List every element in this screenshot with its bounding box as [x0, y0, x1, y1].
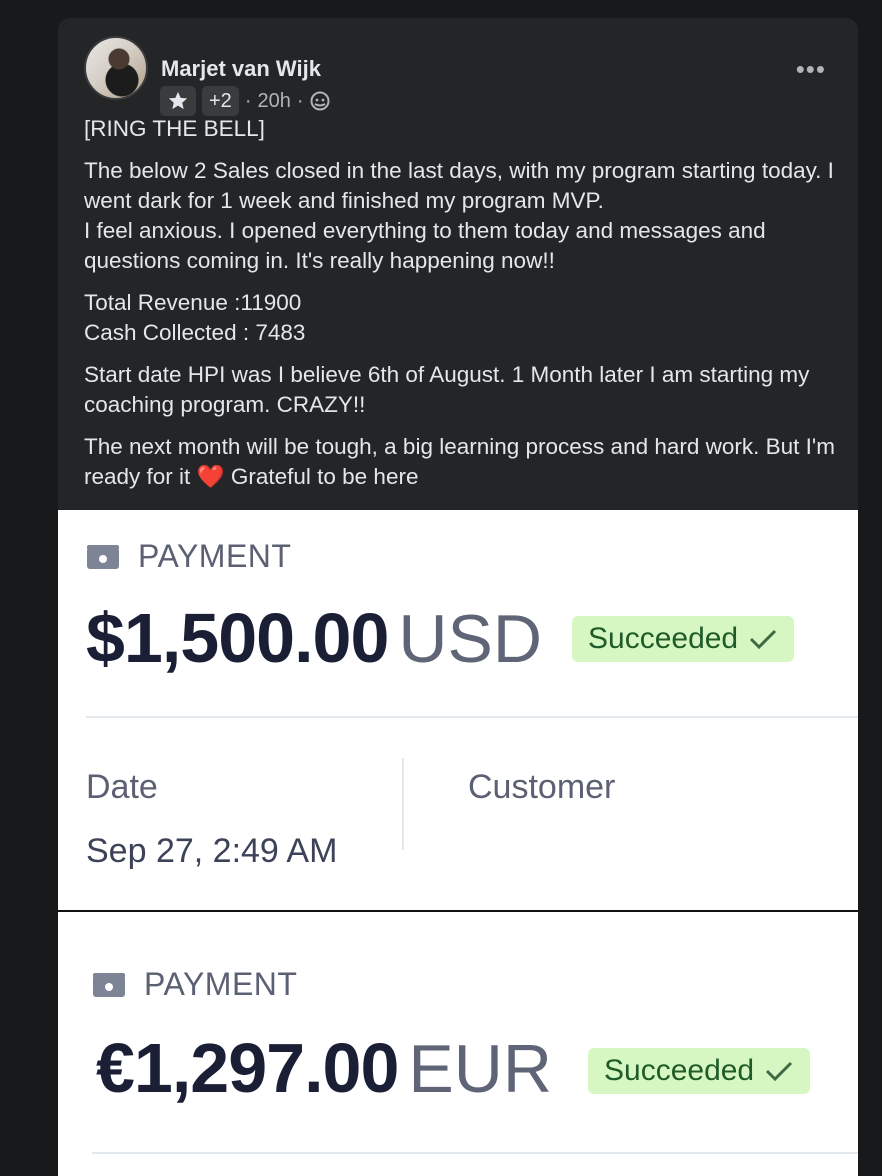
amount-value: €1,297.00	[96, 1029, 399, 1107]
post-card: Marjet van Wijk +2 · 20h · ••• [RING THE…	[58, 18, 858, 1176]
post-meta: +2 · 20h ·	[160, 86, 330, 116]
globe-icon	[310, 91, 330, 111]
divider	[92, 1152, 858, 1154]
author-name[interactable]: Marjet van Wijk	[161, 56, 321, 82]
cash-line: Cash Collected : 7483	[84, 320, 306, 345]
payment-label-text: PAYMENT	[144, 966, 298, 1002]
post-paragraph: The next month will be tough, a big lear…	[84, 432, 844, 492]
post-paragraph: The below 2 Sales closed in the last day…	[84, 156, 844, 276]
post-line: I feel anxious. I opened everything to t…	[84, 218, 766, 273]
revenue-line: Total Revenue :11900	[84, 290, 302, 315]
payment-label-text: PAYMENT	[138, 538, 292, 574]
post-paragraph: Start date HPI was I believe 6th of Augu…	[84, 362, 810, 417]
field-separator	[402, 758, 404, 850]
post-line: Grateful to be here	[230, 464, 419, 489]
star-icon	[168, 91, 188, 110]
date-label: Date	[86, 768, 158, 806]
post-paragraph: Total Revenue :11900 Cash Collected : 74…	[84, 288, 844, 348]
status-text: Succeeded	[588, 622, 739, 655]
payment-label: PAYMENT	[92, 966, 297, 1003]
check-icon	[766, 1061, 793, 1082]
post-time[interactable]: 20h	[257, 90, 290, 113]
post-title: [RING THE BELL]	[84, 116, 265, 141]
customer-label: Customer	[468, 768, 616, 806]
amount-currency: USD	[398, 601, 542, 677]
amount-currency: EUR	[408, 1031, 552, 1107]
heart-icon: ❤️	[196, 464, 225, 489]
wallet-icon	[87, 544, 119, 569]
payment-screenshot-2[interactable]: PAYMENT €1,297.00 EUR Succeeded	[58, 912, 858, 1176]
meta-dot: ·	[296, 89, 304, 112]
status-badge: Succeeded	[588, 1048, 811, 1094]
post-line: The below 2 Sales closed in the last day…	[84, 158, 834, 213]
status-text: Succeeded	[604, 1054, 755, 1087]
payment-amount: €1,297.00 EUR	[96, 1028, 552, 1108]
avatar[interactable]	[84, 36, 148, 100]
wallet-icon	[93, 972, 125, 997]
divider	[86, 716, 858, 718]
badge-count[interactable]: +2	[202, 86, 239, 116]
amount-value: $1,500.00	[86, 599, 389, 677]
payment-screenshot-1[interactable]: PAYMENT $1,500.00 USD Succeeded Date Sep…	[58, 510, 858, 910]
post-header: Marjet van Wijk +2 · 20h · •••	[84, 36, 826, 116]
more-icon[interactable]: •••	[796, 56, 826, 82]
meta-dot: ·	[244, 89, 252, 112]
post-body: [RING THE BELL] The below 2 Sales closed…	[84, 114, 844, 504]
payment-amount: $1,500.00 USD	[86, 598, 542, 678]
date-value: Sep 27, 2:49 AM	[86, 832, 338, 870]
payment-label: PAYMENT	[86, 538, 291, 575]
star-badge[interactable]	[160, 86, 196, 116]
check-icon	[750, 629, 777, 650]
status-badge: Succeeded	[572, 616, 795, 662]
